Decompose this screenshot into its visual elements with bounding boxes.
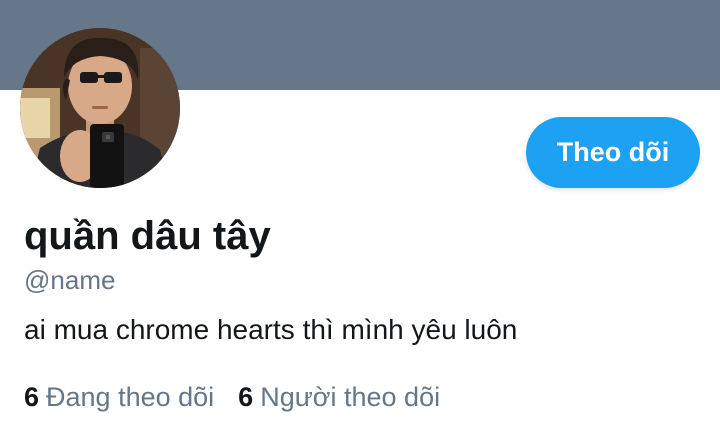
follow-button[interactable]: Theo dõi xyxy=(526,117,700,188)
profile-bio: ai mua chrome hearts thì mình yêu luôn xyxy=(24,314,518,345)
avatar-photo xyxy=(20,28,180,188)
avatar[interactable] xyxy=(20,28,180,188)
username-handle: @name xyxy=(24,265,116,295)
followers-link[interactable]: 6 Người theo dõi xyxy=(238,380,440,414)
profile-stats: 6 Đang theo dõi 6 Người theo dõi xyxy=(24,380,440,414)
following-label: Đang theo dõi xyxy=(46,382,215,412)
profile-page: Theo dõi quần dâu tây @name ai mua chrom… xyxy=(0,0,720,439)
display-name: quần dâu tây xyxy=(24,214,271,258)
following-count: 6 xyxy=(24,382,40,412)
following-link[interactable]: 6 Đang theo dõi xyxy=(24,380,214,414)
followers-count: 6 xyxy=(238,382,254,412)
followers-label: Người theo dõi xyxy=(260,382,441,412)
